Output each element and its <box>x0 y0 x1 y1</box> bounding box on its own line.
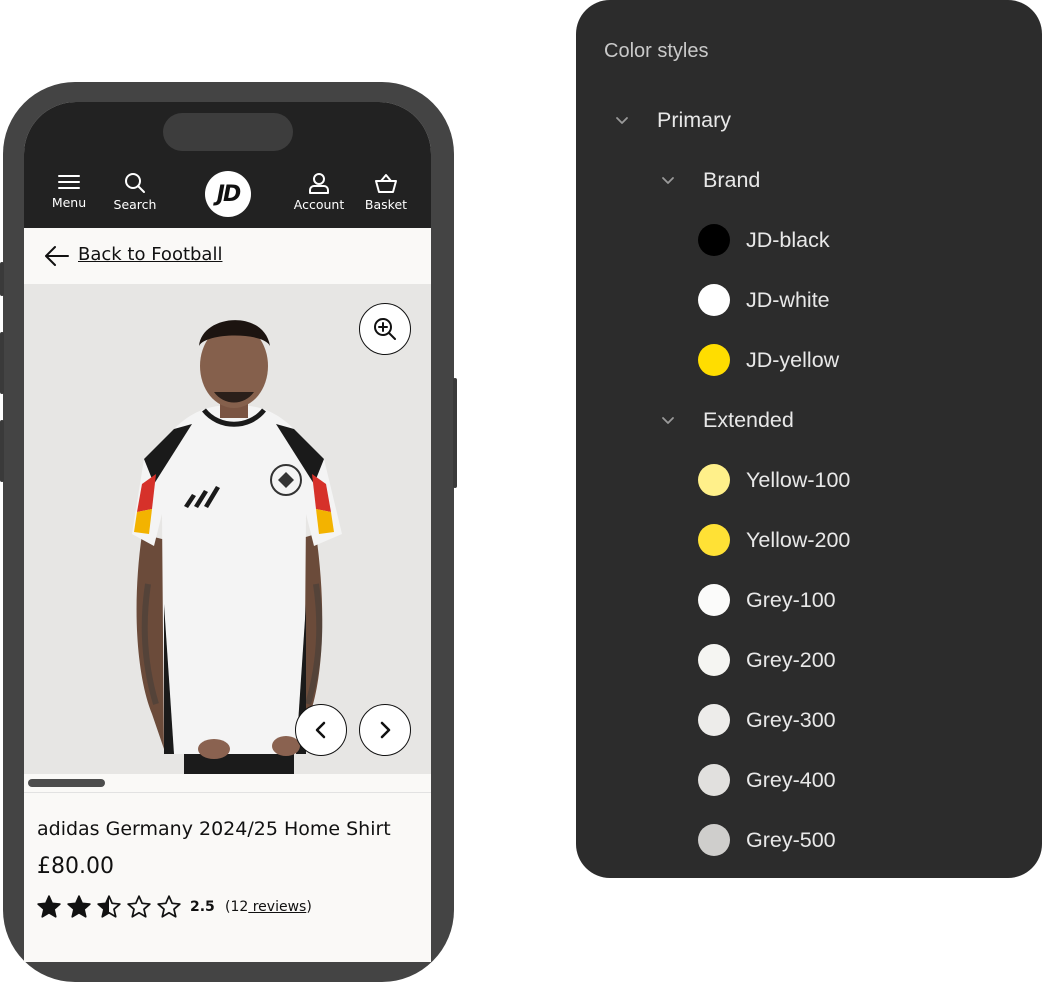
color-style-name: Grey-400 <box>746 767 836 792</box>
star-icon <box>127 895 151 918</box>
color-swatch <box>698 344 730 376</box>
color-style-item[interactable]: Yellow-200 <box>698 520 850 560</box>
menu-button[interactable]: Menu <box>33 172 105 210</box>
phone-side-button <box>0 262 4 296</box>
star-icon <box>67 895 91 918</box>
star-rating <box>36 894 182 920</box>
basket-icon <box>375 174 397 193</box>
color-style-item[interactable]: Grey-400 <box>698 760 836 800</box>
next-image-button[interactable] <box>359 704 411 756</box>
gallery-scrollbar[interactable] <box>28 779 105 787</box>
menu-label: Menu <box>51 195 87 210</box>
subgroup-row-brand[interactable]: Brand <box>657 160 760 200</box>
color-style-name: Yellow-100 <box>746 467 851 492</box>
color-style-name: Grey-200 <box>746 647 836 672</box>
phone-side-button <box>0 420 4 482</box>
phone-screen: Menu Search JD Account Basket Back to Fo… <box>24 102 431 962</box>
rating-value: 2.5 <box>190 899 215 915</box>
color-swatch <box>698 524 730 556</box>
star-icon <box>97 895 121 918</box>
color-style-item[interactable]: Grey-500 <box>698 820 836 860</box>
star-icon <box>157 895 181 918</box>
color-style-item[interactable]: Yellow-100 <box>698 460 850 500</box>
color-swatch <box>698 764 730 796</box>
color-style-name: JD-black <box>746 227 830 252</box>
color-style-item[interactable]: JD-yellow <box>698 340 839 380</box>
account-icon <box>309 173 329 194</box>
group-label: Primary <box>657 107 732 132</box>
color-style-item[interactable]: Grey-100 <box>698 580 836 620</box>
phone-side-button <box>0 332 4 394</box>
color-swatch <box>698 644 730 676</box>
zoom-in-icon <box>374 318 396 340</box>
subgroup-row-extended[interactable]: Extended <box>657 400 794 440</box>
account-button[interactable]: Account <box>283 172 355 212</box>
breadcrumb: Back to Football <box>24 228 431 284</box>
color-swatch <box>698 284 730 316</box>
back-to-category-link[interactable]: Back to Football <box>78 244 222 265</box>
subgroup-label: Extended <box>703 407 794 432</box>
reviews-link[interactable]: reviews <box>248 899 307 915</box>
color-style-name: Grey-500 <box>746 827 836 852</box>
color-swatch <box>698 824 730 856</box>
product-price: £80.00 <box>37 854 114 879</box>
chevron-left-icon <box>315 721 326 739</box>
site-header: Menu Search JD Account Basket <box>24 102 431 228</box>
star-icon <box>37 895 61 918</box>
color-swatch <box>698 584 730 616</box>
reviews-count: (12 reviews) <box>225 899 312 915</box>
reviews-close: ) <box>306 899 312 915</box>
product-photo <box>24 284 431 774</box>
color-style-name: JD-white <box>746 287 830 312</box>
phone-side-button <box>453 378 457 488</box>
product-title: adidas Germany 2024/25 Home Shirt <box>37 818 391 840</box>
zoom-button[interactable] <box>359 303 411 355</box>
color-swatch <box>698 464 730 496</box>
chevron-right-icon <box>380 721 391 739</box>
color-style-name: Grey-300 <box>746 707 836 732</box>
subgroup-label: Brand <box>703 167 761 192</box>
color-style-item[interactable]: Grey-300 <box>698 700 836 740</box>
color-swatch <box>698 704 730 736</box>
chevron-down-icon <box>657 415 679 425</box>
color-style-name: JD-yellow <box>746 347 840 372</box>
chevron-down-icon <box>657 175 679 185</box>
color-style-item[interactable]: JD-white <box>698 280 830 320</box>
account-label: Account <box>293 197 345 212</box>
arrow-left-icon[interactable] <box>44 245 70 267</box>
product-image-gallery[interactable] <box>24 284 431 774</box>
divider <box>24 792 431 793</box>
color-swatch <box>698 224 730 256</box>
color-styles-panel: Color styles Primary Brand JD-black JD-w… <box>576 0 1042 878</box>
basket-button[interactable]: Basket <box>350 172 422 212</box>
jd-logo[interactable]: JD <box>205 171 251 217</box>
group-row-primary[interactable]: Primary <box>611 100 731 140</box>
reviews-open: (12 <box>225 899 249 915</box>
color-style-name: Grey-100 <box>746 587 836 612</box>
hamburger-icon <box>58 175 80 189</box>
panel-title: Color styles <box>604 40 709 62</box>
color-style-name: Yellow-200 <box>746 527 851 552</box>
logo-text: JD <box>216 181 241 207</box>
chevron-down-icon <box>611 115 633 125</box>
previous-image-button[interactable] <box>295 704 347 756</box>
basket-label: Basket <box>364 197 408 212</box>
color-style-item[interactable]: Grey-200 <box>698 640 836 680</box>
search-button[interactable]: Search <box>99 172 171 212</box>
search-icon <box>125 173 145 193</box>
color-style-item[interactable]: JD-black <box>698 220 830 260</box>
dynamic-island <box>163 113 293 151</box>
search-label: Search <box>113 197 157 212</box>
